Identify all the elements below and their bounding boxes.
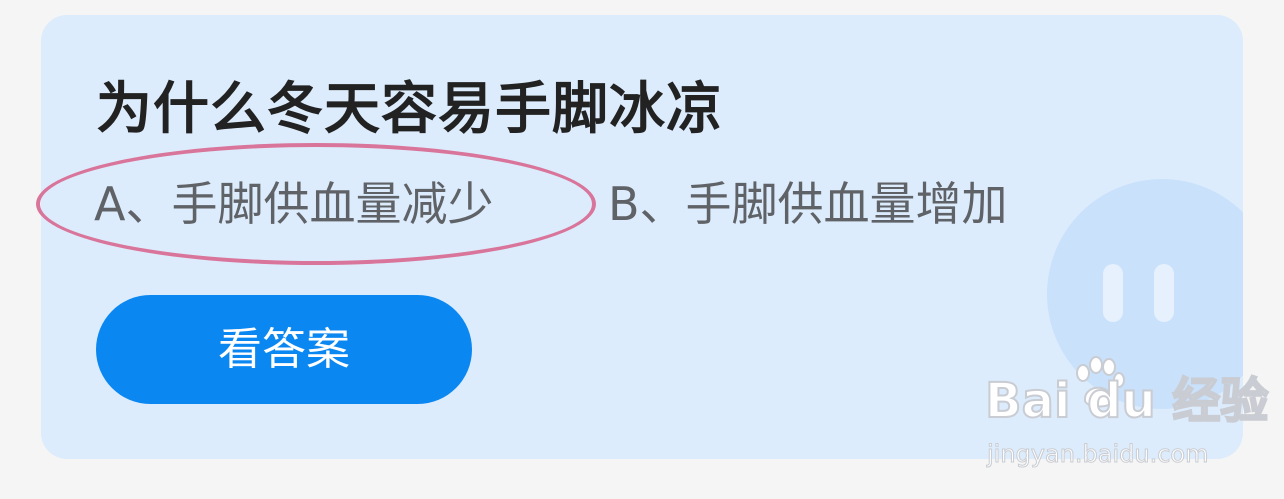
quiz-card: 为什么冬天容易手脚冰凉 A、手脚供血量减少 B、手脚供血量增加 看答案 bbox=[41, 15, 1243, 459]
mascot-icon bbox=[1047, 179, 1243, 409]
question-title: 为什么冬天容易手脚冰凉 bbox=[96, 77, 723, 142]
option-a[interactable]: A、手脚供血量减少 bbox=[94, 172, 493, 236]
mascot-eye-left bbox=[1103, 264, 1123, 322]
view-answer-button[interactable]: 看答案 bbox=[96, 295, 472, 404]
mascot-eye-right bbox=[1154, 264, 1174, 322]
option-b[interactable]: B、手脚供血量增加 bbox=[608, 172, 1008, 236]
